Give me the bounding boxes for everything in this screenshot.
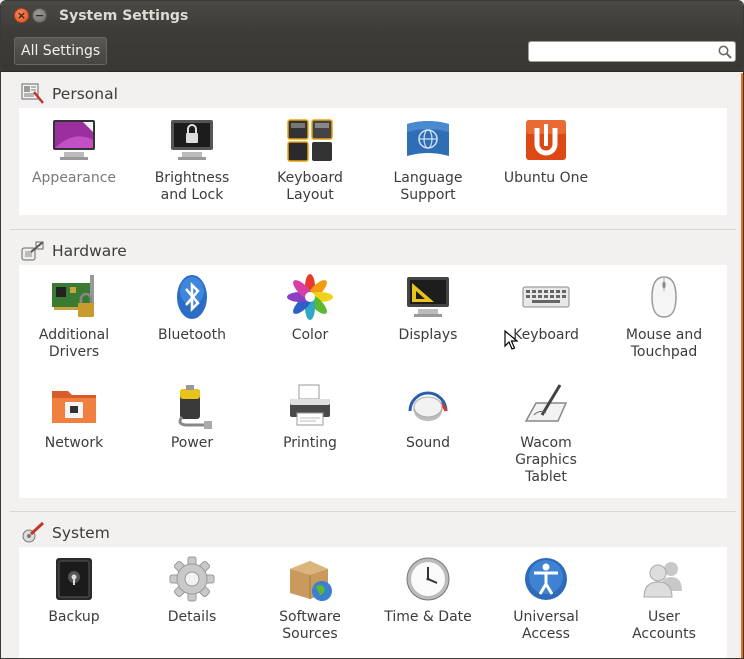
universal-access-icon <box>525 558 567 600</box>
user-accounts-icon <box>643 562 682 598</box>
network-item[interactable]: Network <box>15 381 133 452</box>
sound-item[interactable]: Sound <box>369 381 487 452</box>
software-sources-icon <box>290 561 332 601</box>
personal-section-header: Personal <box>21 83 118 105</box>
scrollbar[interactable] <box>740 73 743 658</box>
close-button[interactable]: × <box>14 8 29 23</box>
appearance-label: Appearance <box>31 170 117 186</box>
printer-icon <box>290 384 330 426</box>
sound-label: Sound <box>405 435 451 451</box>
bluetooth-label: Bluetooth <box>158 327 226 343</box>
personal-panel: Appearance Brightness and Lock Keyboard … <box>19 108 727 215</box>
color-item[interactable]: Color <box>251 273 369 344</box>
ubuntu-one-label: Ubuntu One <box>503 170 589 186</box>
printing-label: Printing <box>283 435 337 451</box>
universal-access-item[interactable]: Universal Access <box>487 555 605 643</box>
power-label: Power <box>170 435 214 451</box>
ubuntu-one-icon <box>526 120 566 160</box>
bluetooth-item[interactable]: Bluetooth <box>133 273 251 344</box>
wacom-tablet-item[interactable]: Wacom Graphics Tablet <box>487 381 605 486</box>
appearance-item[interactable]: Appearance <box>15 116 133 187</box>
search-input[interactable] <box>528 41 736 62</box>
clock-icon <box>406 557 450 601</box>
language-support-icon <box>407 121 449 156</box>
software-sources-label: Software Sources <box>279 609 341 642</box>
power-item[interactable]: Power <box>133 381 251 452</box>
color-icon <box>287 274 333 320</box>
backup-icon <box>56 558 92 600</box>
system-panel: Backup Details Software Sources Time & D… <box>19 547 727 658</box>
system-section-header: System <box>21 522 110 544</box>
personal-section-icon <box>21 83 44 104</box>
keyboard-icon <box>522 286 570 308</box>
wacom-tablet-icon <box>524 384 568 422</box>
mouse-icon <box>651 276 677 318</box>
backup-label: Backup <box>48 609 100 625</box>
details-label: Details <box>167 609 217 625</box>
title-bar[interactable]: × − System Settings <box>1 1 743 31</box>
toolbar: All Settings <box>1 31 743 72</box>
displays-icon <box>407 277 449 317</box>
system-settings-window: × − System Settings All Settings Persona… <box>0 0 744 659</box>
ubuntu-one-item[interactable]: Ubuntu One <box>487 116 605 187</box>
software-sources-item[interactable]: Software Sources <box>251 555 369 643</box>
hardware-panel: Additional Drivers Bluetooth Color Displ… <box>19 265 727 498</box>
keyboard-layout-item[interactable]: Keyboard Layout <box>251 116 369 204</box>
displays-item[interactable]: Displays <box>369 273 487 344</box>
additional-drivers-icon <box>52 275 94 317</box>
details-item[interactable]: Details <box>133 555 251 626</box>
search-icon[interactable] <box>717 44 733 60</box>
printing-item[interactable]: Printing <box>251 381 369 452</box>
close-icon: × <box>16 9 27 22</box>
wacom-tablet-label: Wacom Graphics Tablet <box>515 435 577 485</box>
section-divider <box>10 229 736 230</box>
displays-label: Displays <box>398 327 458 343</box>
hardware-section-title: Hardware <box>52 242 127 260</box>
brightness-lock-item[interactable]: Brightness and Lock <box>133 116 251 204</box>
appearance-icon <box>53 120 95 160</box>
sound-icon <box>408 391 448 421</box>
mouse-touchpad-label: Mouse and Touchpad <box>625 327 703 360</box>
keyboard-layout-label: Keyboard Layout <box>277 170 343 203</box>
hardware-section-icon <box>21 241 44 261</box>
minimize-icon: − <box>34 9 45 22</box>
time-date-label: Time & Date <box>384 609 472 625</box>
personal-section-title: Personal <box>52 85 118 103</box>
time-date-item[interactable]: Time & Date <box>369 555 487 626</box>
universal-access-label: Universal Access <box>513 609 579 642</box>
network-icon <box>52 391 96 423</box>
color-label: Color <box>291 327 329 343</box>
details-gear-icon <box>169 556 215 602</box>
keyboard-layout-icon <box>287 119 333 162</box>
bluetooth-icon <box>177 275 207 319</box>
all-settings-button[interactable]: All Settings <box>14 37 108 65</box>
mouse-pointer-icon <box>504 330 518 350</box>
network-label: Network <box>44 435 104 451</box>
power-icon <box>178 385 212 429</box>
system-section-icon <box>22 522 45 543</box>
backup-item[interactable]: Backup <box>15 555 133 626</box>
language-support-label: Language Support <box>393 170 463 203</box>
mouse-touchpad-item[interactable]: Mouse and Touchpad <box>605 273 723 361</box>
brightness-lock-icon <box>171 120 213 160</box>
additional-drivers-item[interactable]: Additional Drivers <box>15 273 133 361</box>
user-accounts-label: User Accounts <box>632 609 696 642</box>
user-accounts-item[interactable]: User Accounts <box>605 555 723 643</box>
additional-drivers-label: Additional Drivers <box>38 327 110 360</box>
window-title: System Settings <box>59 8 189 24</box>
system-section-title: System <box>52 524 110 542</box>
hardware-section-header: Hardware <box>21 240 127 262</box>
language-support-item[interactable]: Language Support <box>369 116 487 204</box>
settings-content: Personal Appearance Brightness and Lock … <box>1 73 743 658</box>
section-divider <box>10 511 736 512</box>
brightness-lock-label: Brightness and Lock <box>154 170 230 203</box>
minimize-button[interactable]: − <box>32 8 47 23</box>
